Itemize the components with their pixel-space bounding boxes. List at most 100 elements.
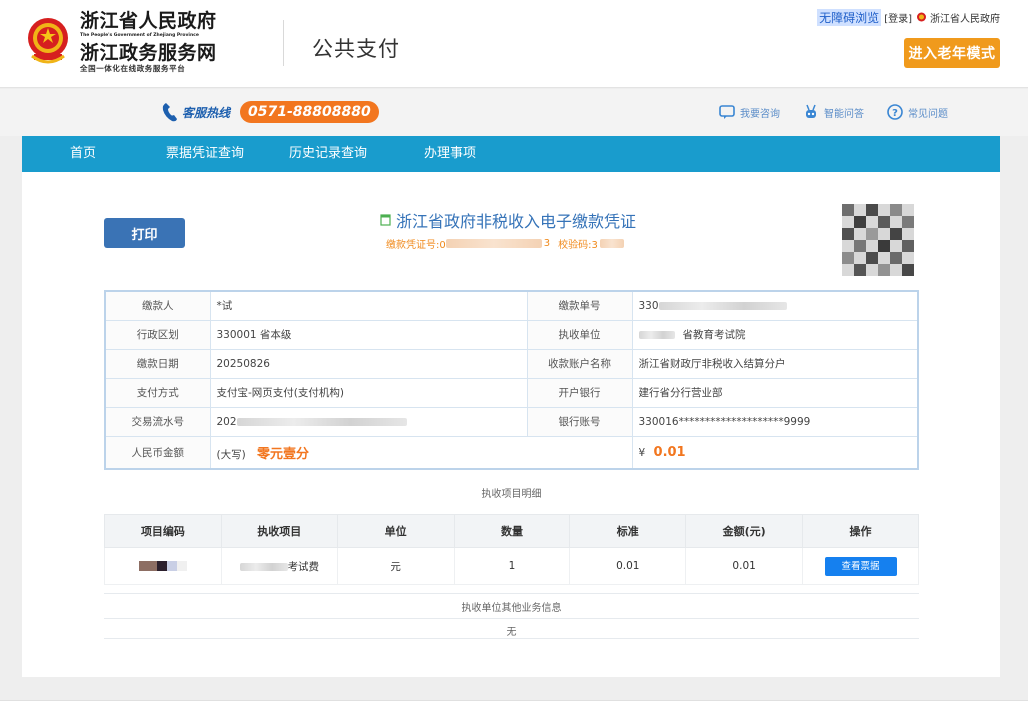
bank-value: 建行省分行营业部 [631,377,919,408]
col-amount: 金额(元) [685,514,804,548]
account-name-label: 收款账户名称 [526,348,633,379]
document-icon [380,214,391,226]
item-code-redacted [138,561,187,571]
gov-portal-link[interactable]: 浙江省人民政府 [930,10,1000,25]
header-divider [283,20,284,66]
brand-block[interactable]: 浙江省人民政府 The People's Government of Zheji… [80,10,225,74]
info-row: 交易流水号 202 银行账号 330016*******************… [104,406,919,437]
serial-value: 202 [216,415,237,428]
amount-cn-prefix: (大写) [216,448,246,461]
qr-code-icon[interactable] [842,204,914,276]
login-link[interactable]: [登录] [884,10,912,25]
divider [104,618,919,619]
collector-cell: 省教育考试院 [631,319,919,350]
item-name-cell: 考试费 [220,547,338,585]
payment-no-redacted [658,301,787,310]
pay-method-value: 支付宝-网页支付(支付机构) [209,377,528,408]
info-row: 支付方式 支付宝-网页支付(支付机构) 开户银行 建行省分行营业部 [104,377,919,408]
print-button[interactable]: 打印 [104,218,185,248]
gov-name: 浙江省人民政府 [80,10,217,32]
other-info-caption: 执收单位其他业务信息 [461,603,562,614]
bank-account-value: 330016********************9999 [631,406,919,437]
col-item-name: 执收项目 [220,514,338,548]
consult-link[interactable]: 我要咨询 [718,103,780,121]
check-code-redacted [599,239,624,248]
nav-item-home[interactable]: 首页 [70,136,96,172]
col-standard: 标准 [569,514,687,548]
table-row: 考试费 元 1 0.01 0.01 查看票据 [104,547,919,585]
date-value: 20250826 [209,348,528,379]
voucher-no-tail: 3 [543,238,551,249]
divider [104,638,919,639]
other-info-value: 无 [506,627,517,638]
collector-redacted [638,331,675,339]
national-emblem-icon [28,18,68,64]
detail-caption: 执收项目明细 [481,489,542,500]
check-code-label: 校验码:3 [558,240,598,251]
amount-value: 0.01 [653,444,686,460]
info-row: 缴款人 *试 缴款单号 330 [104,290,919,321]
voucher-meta: 缴款凭证号:0 3 校验码:3 [386,236,624,251]
info-row: 行政区划 330001 省本级 执收单位 省教育考试院 [104,319,919,350]
service-bar: 客服热线 0571-88808880 我要咨询 智能问答 ? 常见问题 [0,89,1028,136]
site-header: 浙江省人民政府 The People's Government of Zheji… [0,0,1028,88]
accessibility-link[interactable]: 无障碍浏览 [817,9,882,26]
amount-cn-cell: (大写) 零元壹分 [209,435,633,470]
chat-icon [719,105,735,119]
date-label: 缴款日期 [104,348,211,379]
svg-text:?: ? [892,108,898,119]
service-name: 浙江政务服务网 [80,42,217,64]
divider [104,593,919,594]
payment-no-cell: 330 [631,290,919,321]
region-label: 行政区划 [104,319,211,350]
hotline-number: 0571-88808880 [240,101,379,123]
bank-label: 开户银行 [526,377,633,408]
payer-value: *试 [209,290,528,321]
voucher-no-label: 缴款凭证号:0 [386,240,446,251]
payment-no-value: 330 [638,299,659,312]
payment-no-label: 缴款单号 [526,290,633,321]
faq-label: 常见问题 [908,108,948,120]
nav-item-voucher-query[interactable]: 票据凭证查询 [166,136,244,172]
amount-cell: 0.01 [685,547,804,585]
bank-account-label: 银行账号 [526,406,633,437]
phone-icon [162,103,177,122]
hotline: 客服热线 0571-88808880 [160,101,379,123]
item-code-cell [104,547,222,585]
nav-item-services[interactable]: 办理事项 [424,136,476,172]
info-row: 缴款日期 20250826 收款账户名称 浙江省财政厅非税收入结算分户 [104,348,919,379]
consult-label: 我要咨询 [740,108,780,120]
service-links: 我要咨询 智能问答 ? 常见问题 [718,103,948,121]
serial-redacted [236,417,407,426]
col-unit: 单位 [336,514,455,548]
voucher-title: 浙江省政府非税收入电子缴款凭证 [380,208,636,232]
pay-method-label: 支付方式 [104,377,211,408]
serial-label: 交易流水号 [104,406,211,437]
region-value: 330001 省本级 [209,319,528,350]
unit-cell: 元 [336,547,455,585]
page-title: 公共支付 [312,37,400,61]
col-item-code: 项目编码 [104,514,222,548]
faq-link[interactable]: ? 常见问题 [886,103,948,121]
elder-mode-button[interactable]: 进入老年模式 [904,38,1000,68]
nav-item-history[interactable]: 历史记录查询 [289,136,367,172]
col-quantity: 数量 [453,514,571,548]
question-icon: ? [887,104,903,120]
amount-row: 人民币金额 (大写) 零元壹分 ¥ 0.01 [104,435,919,470]
top-links: 无障碍浏览 [登录] 浙江省人民政府 [817,9,1000,26]
quantity-cell: 1 [453,547,571,585]
account-name-value: 浙江省财政厅非税收入结算分户 [631,348,919,379]
item-name: 考试费 [287,560,320,573]
detail-table: 项目编码 执收项目 单位 数量 标准 金额(元) 操作 考试费 元 1 0.01… [104,514,919,585]
smart-qa-link[interactable]: 智能问答 [802,103,864,121]
serial-cell: 202 [209,406,528,437]
robot-icon [806,104,816,118]
amount-num-cell: ¥ 0.01 [631,435,919,470]
voucher-title-text: 浙江省政府非税收入电子缴款凭证 [396,212,637,231]
col-action: 操作 [802,514,919,548]
amount-label: 人民币金额 [104,435,211,470]
hotline-label: 客服热线 [182,105,231,120]
view-receipt-button[interactable]: 查看票据 [824,556,897,576]
standard-cell: 0.01 [569,547,687,585]
action-cell: 查看票据 [802,547,919,585]
